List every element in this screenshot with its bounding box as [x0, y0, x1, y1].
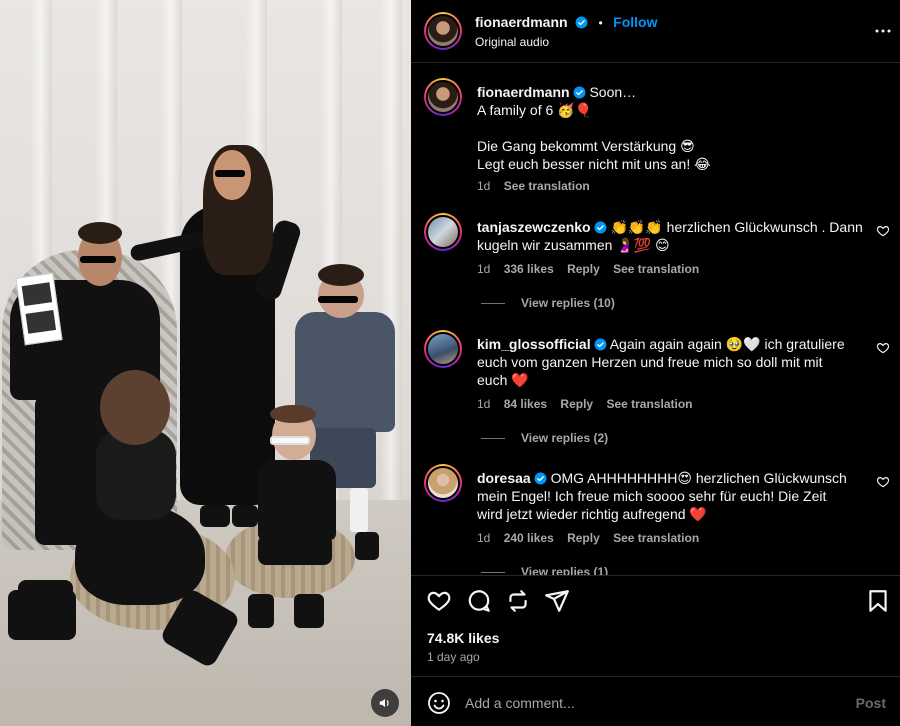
action-bar — [411, 576, 900, 626]
comment-text: Again again again 🥹🤍 ich gratuliere — [609, 336, 845, 352]
comment-like-icon[interactable] — [876, 341, 890, 355]
comment-time[interactable]: 1d — [477, 397, 490, 411]
comment-likes[interactable]: 240 likes — [504, 531, 554, 545]
caption: fionaerdmann Soon… A family of 6 🥳🎈 Die … — [411, 62, 900, 197]
comment-reply-button[interactable]: Reply — [567, 262, 600, 276]
comment-text: 👏👏👏 herzlichen Glückwunsch . Dann — [610, 219, 863, 235]
comment-box — [411, 677, 900, 726]
comment-see-translation[interactable]: See translation — [613, 262, 699, 276]
send-icon[interactable] — [544, 588, 570, 614]
comment-reply-button[interactable]: Reply — [560, 397, 593, 411]
caption-line-3: Die Gang bekommt Verstärkung 😎 — [477, 138, 695, 154]
comment-time[interactable]: 1d — [477, 262, 490, 276]
mute-toggle-button[interactable] — [371, 689, 399, 717]
verified-badge-icon — [594, 221, 607, 234]
caption-avatar[interactable] — [424, 78, 462, 116]
comment-text-cont: wird jetzt wieder richtig aufregend ❤️ — [477, 506, 707, 522]
comment-text-cont: euch ❤️ — [477, 372, 529, 388]
comment-text-cont: kugeln wir zusammen 🤰💯 😊 — [477, 237, 670, 253]
commenter-username[interactable]: kim_glossofficial — [477, 336, 591, 352]
author-username[interactable]: fionaerdmann — [475, 14, 568, 30]
bookmark-icon[interactable] — [865, 588, 891, 614]
audio-subtitle[interactable]: Original audio — [475, 35, 549, 49]
verified-badge-icon — [534, 472, 547, 485]
comment-time[interactable]: 1d — [477, 531, 490, 545]
speaker-icon — [379, 698, 389, 708]
commenter-avatar[interactable] — [424, 213, 462, 251]
follow-button[interactable]: Follow — [613, 14, 657, 30]
comments-list[interactable]: tanjaszewczenko 👏👏👏 herzlichen Glückwuns… — [411, 205, 900, 575]
view-replies-button[interactable]: View replies (2) — [521, 431, 608, 445]
comment-likes[interactable]: 84 likes — [504, 397, 547, 411]
commenter-avatar[interactable] — [424, 464, 462, 502]
comment-reply-button[interactable]: Reply — [567, 531, 600, 545]
post-comment-button[interactable]: Post — [856, 695, 886, 711]
comment-item: doresaa OMG AHHHHHHHH😍 herzlichen Glückw… — [411, 456, 900, 575]
caption-time[interactable]: 1d — [477, 179, 490, 193]
comment-input[interactable] — [465, 690, 825, 716]
author-avatar[interactable] — [424, 12, 462, 50]
comment-see-translation[interactable]: See translation — [613, 531, 699, 545]
post-date[interactable]: 1 day ago — [427, 650, 480, 664]
view-replies-button[interactable]: View replies (10) — [521, 296, 615, 310]
comment-text: OMG AHHHHHHHH😍 herzlichen Glückwunsch — [550, 470, 847, 486]
comment-text-cont: mein Engel! Ich freue mich soooo sehr fü… — [477, 488, 827, 504]
verified-badge-icon — [573, 86, 586, 99]
commenter-username[interactable]: tanjaszewczenko — [477, 219, 591, 235]
post-header: fionaerdmann • Follow Original audio — [411, 0, 900, 62]
caption-username[interactable]: fionaerdmann — [477, 84, 570, 100]
comment-icon[interactable] — [466, 588, 492, 614]
view-replies-button[interactable]: View replies (1) — [521, 565, 608, 575]
repost-icon[interactable] — [505, 588, 531, 614]
caption-line-4: Legt euch besser nicht mit uns an! 😂 — [477, 156, 711, 172]
comment-item: kim_glossofficial Again again again 🥹🤍 i… — [411, 322, 900, 452]
verified-badge-icon — [594, 338, 607, 351]
verified-badge-icon — [575, 16, 588, 29]
comment-like-icon[interactable] — [876, 224, 890, 238]
likes-count[interactable]: 74.8K likes — [427, 630, 499, 646]
commenter-avatar[interactable] — [424, 330, 462, 368]
emoji-icon[interactable] — [427, 691, 451, 715]
comment-text-cont: euch vom ganzen Herzen und freue mich so… — [477, 354, 823, 370]
comment-like-icon[interactable] — [876, 475, 890, 489]
post-media[interactable] — [0, 0, 411, 726]
caption-line-2: A family of 6 🥳🎈 — [477, 102, 593, 118]
header-separator: • — [598, 16, 603, 30]
heart-icon[interactable] — [426, 588, 452, 614]
comment-likes[interactable]: 336 likes — [504, 262, 554, 276]
more-horizontal-icon[interactable] — [874, 22, 892, 40]
commenter-username[interactable]: doresaa — [477, 470, 531, 486]
post-details-panel: fionaerdmann • Follow Original audio fio… — [411, 0, 900, 726]
comment-item: tanjaszewczenko 👏👏👏 herzlichen Glückwuns… — [411, 205, 900, 317]
caption-see-translation[interactable]: See translation — [504, 179, 590, 193]
caption-line-1: Soon… — [589, 84, 637, 100]
comment-see-translation[interactable]: See translation — [606, 397, 692, 411]
